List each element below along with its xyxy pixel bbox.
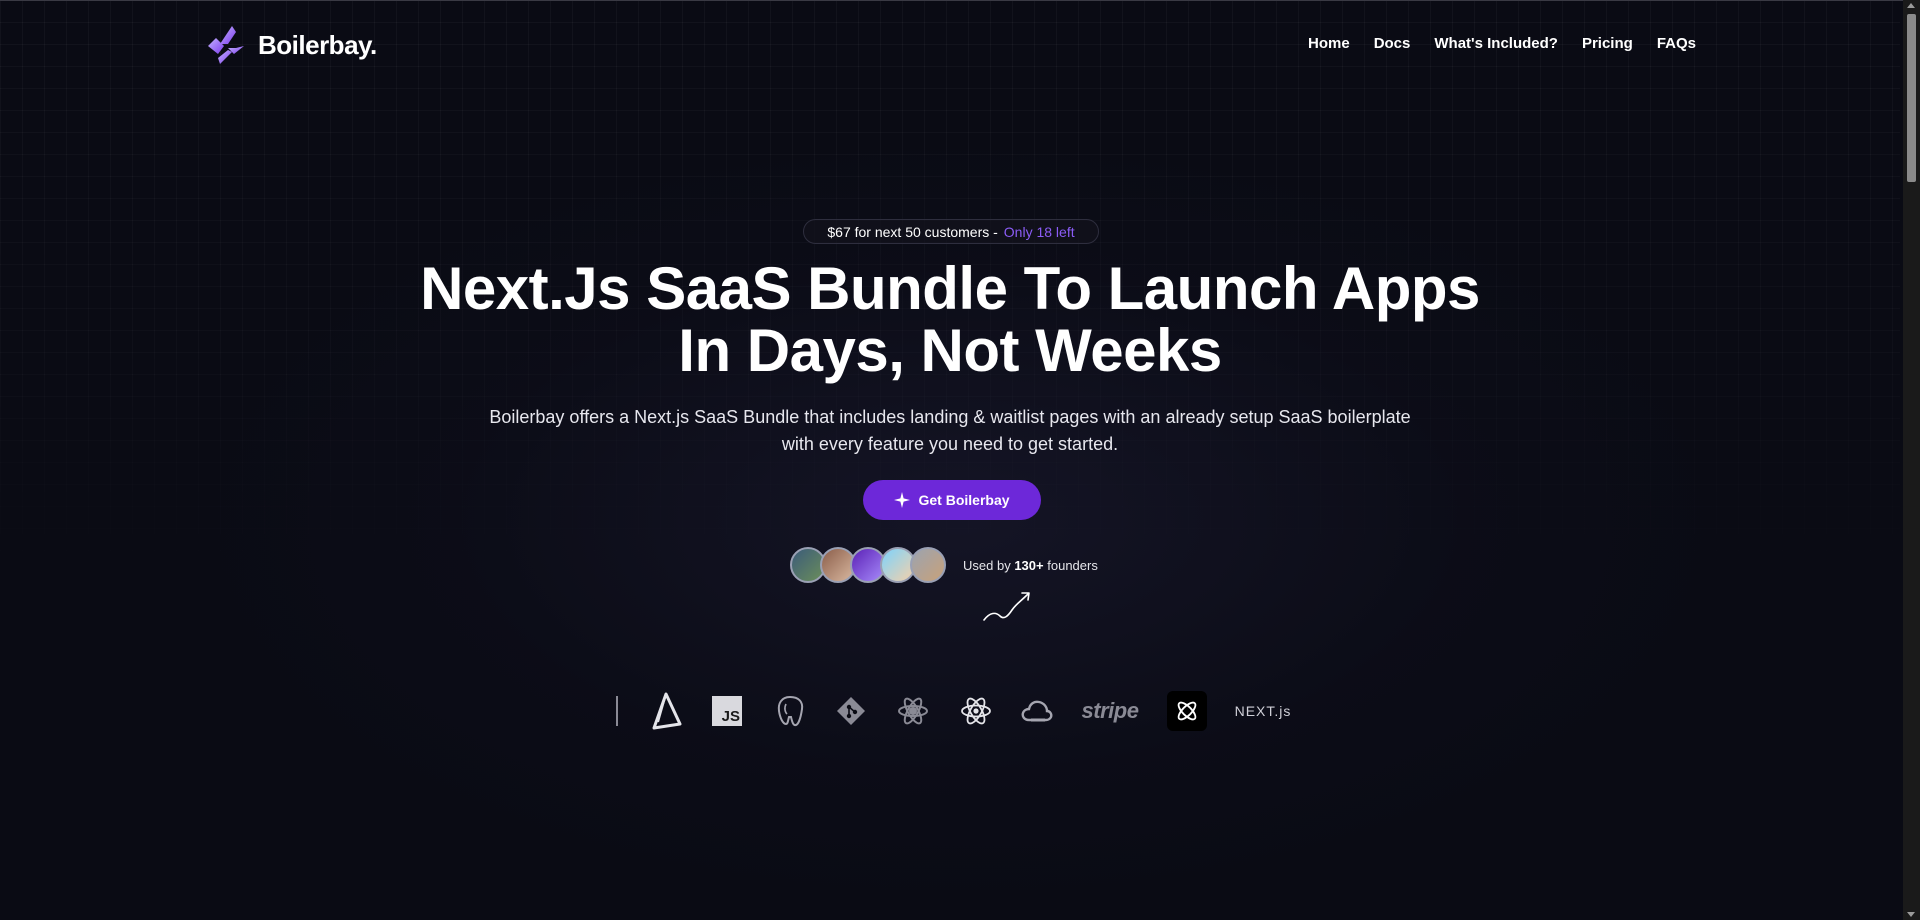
scroll-up-arrow-icon[interactable]: [1907, 3, 1915, 8]
squiggle-arrow-icon: [983, 592, 1030, 621]
founder-avatars: [790, 547, 946, 583]
founder-count: 130+: [1014, 558, 1044, 573]
headline-line-1: Next.Js SaaS Bundle To Launch Apps: [420, 255, 1480, 322]
get-boilerbay-button[interactable]: Get Boilerbay: [863, 480, 1041, 520]
headline-line-2: In Days, Not Weeks: [678, 317, 1222, 384]
nav-pricing[interactable]: Pricing: [1582, 35, 1633, 52]
react-icon: [959, 690, 993, 732]
avatar: [910, 547, 946, 583]
sparkle-icon: [894, 492, 911, 508]
postgresql-icon: [773, 690, 807, 732]
window-top-border: [0, 0, 1920, 1]
subtitle-line-2: with every feature you need to get start…: [781, 434, 1119, 454]
hero-headline: Next.Js SaaS Bundle To Launch Apps In Da…: [0, 258, 1900, 382]
cloud-icon: [1020, 690, 1054, 732]
react-query-icon: [897, 690, 929, 732]
nextjs-icon: NEXT.js: [1234, 690, 1292, 732]
scroll-down-arrow-icon[interactable]: [1907, 912, 1915, 917]
sparkle-logo-icon: [208, 26, 244, 64]
nav-faqs[interactable]: FAQs: [1657, 35, 1696, 52]
nextjs-wordmark: NEXT.js: [1234, 703, 1292, 719]
subtitle-line-1: Boilerbay offers a Next.js SaaS Bundle t…: [489, 407, 1411, 427]
social-suffix: founders: [1047, 558, 1098, 573]
javascript-label: JS: [721, 708, 740, 725]
atom-icon: [1166, 690, 1208, 732]
javascript-icon: JS: [711, 690, 743, 732]
cta-label: Get Boilerbay: [918, 492, 1010, 508]
nav-home[interactable]: Home: [1308, 35, 1350, 52]
stripe-icon: stripe: [1081, 690, 1139, 732]
logos-divider: [616, 696, 618, 726]
promo-remaining: Only 18 left: [1003, 223, 1075, 240]
main-nav: Home Docs What's Included? Pricing FAQs: [1308, 35, 1696, 52]
nav-whats-included[interactable]: What's Included?: [1434, 35, 1558, 52]
stripe-wordmark: stripe: [1081, 698, 1139, 723]
promo-text: $67 for next 50 customers -: [827, 223, 998, 240]
nav-docs[interactable]: Docs: [1374, 35, 1411, 52]
brand-name: Boilerbay.: [258, 29, 377, 60]
prisma-icon: [647, 690, 683, 732]
page-scrollbar[interactable]: [1903, 0, 1920, 920]
brand-logo[interactable]: Boilerbay.: [206, 24, 377, 66]
git-icon: [835, 690, 867, 732]
hero-subtitle: Boilerbay offers a Next.js SaaS Bundle t…: [460, 404, 1440, 458]
social-proof: Used by 130+ founders: [963, 558, 1098, 573]
promo-badge: $67 for next 50 customers - Only 18 left: [803, 219, 1099, 244]
scrollbar-thumb[interactable]: [1907, 14, 1916, 182]
social-prefix: Used by: [963, 558, 1011, 573]
